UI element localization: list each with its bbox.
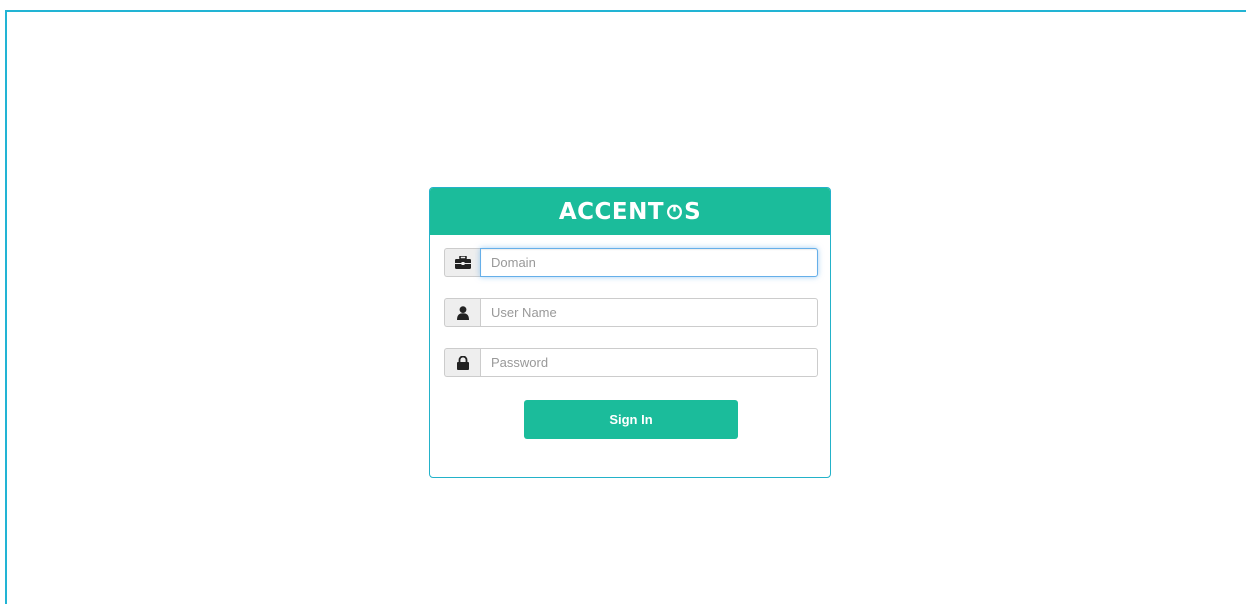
lock-icon — [444, 348, 480, 377]
password-input[interactable] — [480, 348, 818, 377]
user-icon — [444, 298, 480, 327]
logo-text-left: ACCENT — [558, 198, 665, 225]
username-row — [444, 298, 818, 327]
username-input[interactable] — [480, 298, 818, 327]
domain-input[interactable] — [480, 248, 818, 277]
briefcase-icon — [444, 248, 480, 277]
domain-row — [444, 248, 818, 277]
login-header: ACCENT S — [430, 188, 830, 235]
logo-text-right: S — [684, 198, 702, 225]
power-o-icon — [667, 203, 683, 220]
sign-in-button[interactable]: Sign In — [524, 400, 738, 439]
password-row — [444, 348, 818, 377]
login-panel: ACCENT S Domain User Name Sign In — [429, 187, 831, 478]
accentos-logo: ACCENT S — [559, 199, 701, 225]
